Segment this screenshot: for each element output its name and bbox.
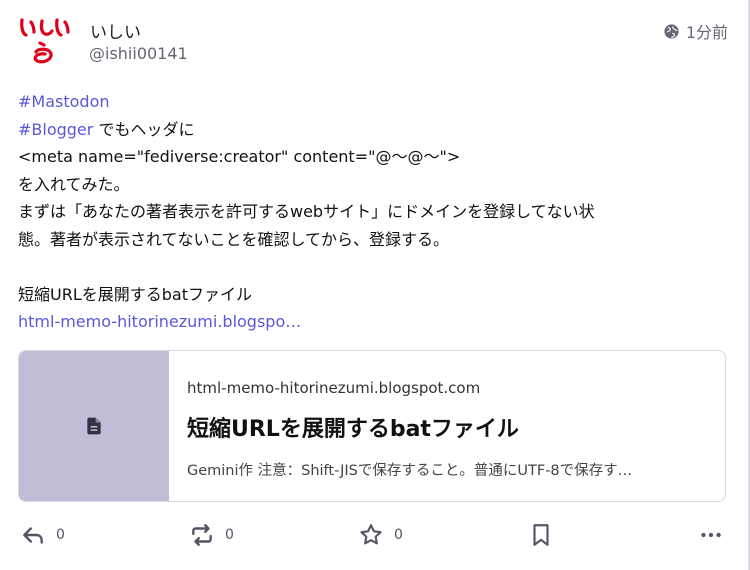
status-post: いしい @ishii00141 1分前 #Mastodon #Blogger で…: [0, 0, 750, 570]
content-line: を入れてみた。: [18, 174, 130, 194]
content-line: まずは「あなたの著者表示を許可するwebサイト」にドメインを登録してない状: [18, 202, 595, 221]
reply-count: 0: [56, 527, 65, 543]
content-line: 短縮URLを展開するbatファイル: [18, 284, 252, 304]
action-bar: 0 0 0: [0, 522, 750, 552]
favourite-button[interactable]: 0: [358, 522, 403, 548]
bookmark-button[interactable]: [528, 522, 554, 548]
more-options-button[interactable]: [698, 522, 724, 548]
avatar[interactable]: [18, 16, 70, 68]
display-name[interactable]: いしい: [90, 18, 141, 43]
card-title: 短縮URLを展開するbatファイル: [187, 417, 519, 442]
content-line: 態。著者が表示されてないことを確認してから、登録する。: [18, 229, 450, 249]
document-icon: [87, 417, 101, 435]
star-icon: [360, 524, 382, 545]
more-icon: [701, 532, 721, 538]
content-link[interactable]: html-memo-hitorinezumi.blogspo…: [18, 312, 301, 331]
content-line: <meta name="fediverse:creator" content="…: [18, 147, 461, 166]
hashtag-blogger[interactable]: #Blogger: [18, 120, 93, 139]
hashtag-mastodon[interactable]: #Mastodon: [18, 92, 110, 111]
favourite-count: 0: [394, 527, 403, 543]
timestamp-text: 1分前: [685, 23, 728, 42]
account-handle[interactable]: @ishii00141: [89, 44, 188, 63]
post-timestamp[interactable]: 1分前: [663, 19, 728, 43]
link-preview-card[interactable]: html-memo-hitorinezumi.blogspot.com 短縮UR…: [18, 350, 726, 502]
card-thumbnail: [19, 351, 169, 501]
boost-icon: [192, 524, 212, 546]
reply-button[interactable]: 0: [20, 522, 65, 548]
card-description: Gemini作 注意：Shift-JISで保存すること。普通にUTF-8で保存す…: [187, 463, 633, 479]
content-text: でもヘッダに: [93, 119, 195, 139]
globe-icon: [664, 23, 679, 39]
card-domain: html-memo-hitorinezumi.blogspot.com: [187, 379, 481, 397]
bookmark-icon: [533, 524, 549, 546]
post-content: #Mastodon #Blogger でもヘッダに <meta name="fe…: [18, 88, 718, 336]
boost-button[interactable]: 0: [189, 522, 234, 548]
boost-count: 0: [225, 527, 234, 543]
reply-icon: [23, 527, 43, 544]
avatar-logo: [20, 18, 70, 64]
